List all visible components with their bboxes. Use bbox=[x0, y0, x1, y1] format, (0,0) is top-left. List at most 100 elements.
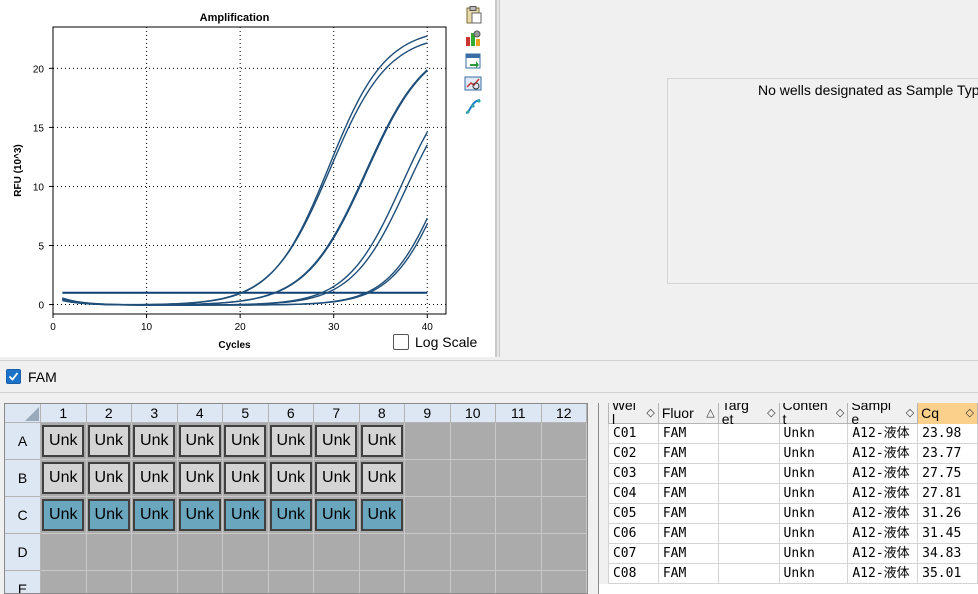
plate-well[interactable] bbox=[86, 534, 132, 571]
plate-well[interactable]: Unk bbox=[177, 460, 223, 497]
plate-column-header[interactable]: 8 bbox=[359, 404, 405, 423]
well-content-label[interactable]: Unk bbox=[42, 462, 85, 494]
plate-column-header[interactable]: 2 bbox=[86, 404, 132, 423]
plate-well[interactable]: Unk bbox=[177, 497, 223, 534]
plate-well[interactable] bbox=[541, 571, 587, 593]
plate-well[interactable] bbox=[41, 534, 87, 571]
log-scale-toggle[interactable]: Log Scale bbox=[393, 334, 477, 350]
plate-column-header[interactable]: 11 bbox=[496, 404, 542, 423]
plate-column-header[interactable]: 5 bbox=[223, 404, 269, 423]
well-content-label[interactable]: Unk bbox=[178, 425, 221, 457]
plate-well[interactable] bbox=[268, 534, 314, 571]
well-content-label[interactable]: Unk bbox=[269, 425, 312, 457]
plate-well[interactable] bbox=[541, 460, 587, 497]
plate-well[interactable] bbox=[359, 534, 405, 571]
plate-well[interactable] bbox=[496, 534, 542, 571]
plate-column-header[interactable]: 6 bbox=[268, 404, 314, 423]
well-content-label[interactable]: Unk bbox=[42, 425, 85, 457]
plate-well[interactable] bbox=[268, 571, 314, 593]
plate-well[interactable]: Unk bbox=[314, 423, 360, 460]
plate-well[interactable]: Unk bbox=[132, 460, 178, 497]
plate-well[interactable]: Unk bbox=[268, 423, 314, 460]
well-content-label[interactable]: Unk bbox=[315, 462, 358, 494]
plate-well[interactable]: Unk bbox=[41, 423, 87, 460]
plate-well[interactable] bbox=[223, 534, 269, 571]
well-content-label[interactable]: Unk bbox=[133, 462, 176, 494]
plate-row-header[interactable]: B bbox=[5, 460, 41, 497]
plate-well[interactable] bbox=[223, 571, 269, 593]
row-selector[interactable] bbox=[599, 504, 609, 524]
plate-column-header[interactable]: 3 bbox=[132, 404, 178, 423]
row-selector[interactable] bbox=[599, 564, 609, 584]
plate-well[interactable] bbox=[359, 571, 405, 593]
plate-well[interactable] bbox=[41, 571, 87, 593]
plate-well[interactable]: Unk bbox=[86, 460, 132, 497]
plate-well[interactable] bbox=[177, 534, 223, 571]
plate-well[interactable] bbox=[405, 534, 451, 571]
plate-well[interactable] bbox=[132, 571, 178, 593]
chart-settings-icon[interactable] bbox=[462, 27, 484, 49]
fam-checkbox[interactable] bbox=[6, 369, 21, 384]
plate-well[interactable]: Unk bbox=[359, 460, 405, 497]
row-selector[interactable] bbox=[599, 464, 609, 484]
plate-well[interactable]: Unk bbox=[268, 497, 314, 534]
row-selector-header[interactable] bbox=[599, 403, 609, 424]
well-content-label[interactable]: Unk bbox=[42, 499, 85, 531]
well-content-label[interactable]: Unk bbox=[133, 499, 176, 531]
column-header[interactable]: Targ et ◇ bbox=[719, 403, 780, 424]
column-header[interactable]: Wel l ◇ bbox=[609, 403, 659, 424]
plate-well[interactable] bbox=[132, 534, 178, 571]
plate-well[interactable]: Unk bbox=[223, 497, 269, 534]
plate-well[interactable] bbox=[496, 571, 542, 593]
column-header[interactable]: Fluor △ bbox=[659, 403, 719, 424]
table-row[interactable]: C02 FAM Unkn A12-液体 23.77 bbox=[599, 444, 978, 464]
well-content-label[interactable]: Unk bbox=[360, 425, 403, 457]
plate-column-header[interactable]: 1 bbox=[41, 404, 87, 423]
clipboard-icon[interactable] bbox=[462, 4, 484, 26]
plate-well[interactable]: Unk bbox=[268, 460, 314, 497]
log-scale-checkbox[interactable] bbox=[393, 334, 409, 350]
plate-well[interactable] bbox=[541, 497, 587, 534]
plate-well[interactable]: Unk bbox=[132, 497, 178, 534]
plate-well[interactable] bbox=[405, 423, 451, 460]
plate-well[interactable] bbox=[405, 497, 451, 534]
plate-column-header[interactable]: 9 bbox=[405, 404, 451, 423]
plate-well[interactable] bbox=[314, 571, 360, 593]
plate-column-header[interactable]: 7 bbox=[314, 404, 360, 423]
well-content-label[interactable]: Unk bbox=[224, 499, 267, 531]
plate-column-header[interactable]: 4 bbox=[177, 404, 223, 423]
plate-row-header[interactable]: A bbox=[5, 423, 41, 460]
plate-well[interactable]: Unk bbox=[223, 460, 269, 497]
row-selector[interactable] bbox=[599, 544, 609, 564]
row-selector[interactable] bbox=[599, 444, 609, 464]
plate-well[interactable]: Unk bbox=[86, 423, 132, 460]
plate-well[interactable] bbox=[450, 534, 496, 571]
well-content-label[interactable]: Unk bbox=[178, 499, 221, 531]
plate-well[interactable]: Unk bbox=[41, 497, 87, 534]
plate-well[interactable] bbox=[541, 423, 587, 460]
export-icon[interactable] bbox=[462, 50, 484, 72]
plate-column-header[interactable]: 10 bbox=[450, 404, 496, 423]
column-header[interactable]: Sampl e ◇ bbox=[848, 403, 919, 424]
row-selector[interactable] bbox=[599, 484, 609, 504]
table-row[interactable]: C06 FAM Unkn A12-液体 31.45 bbox=[599, 524, 978, 544]
amplification-chart[interactable]: Amplification 0 10 20 30 40 0 5 10 15 20 Cycles RFU … bbox=[0, 0, 496, 357]
plate-well[interactable]: Unk bbox=[177, 423, 223, 460]
plate-well[interactable]: Unk bbox=[359, 423, 405, 460]
row-selector[interactable] bbox=[599, 424, 609, 444]
table-row[interactable]: C07 FAM Unkn A12-液体 34.83 bbox=[599, 544, 978, 564]
well-content-label[interactable]: Unk bbox=[315, 499, 358, 531]
plate-column-header[interactable]: 12 bbox=[541, 404, 587, 423]
table-row[interactable]: C05 FAM Unkn A12-液体 31.26 bbox=[599, 504, 978, 524]
well-content-label[interactable]: Unk bbox=[224, 425, 267, 457]
plate-well[interactable]: Unk bbox=[223, 423, 269, 460]
plate-well[interactable]: Unk bbox=[359, 497, 405, 534]
table-row[interactable]: C03 FAM Unkn A12-液体 27.75 bbox=[599, 464, 978, 484]
plate-well[interactable] bbox=[450, 571, 496, 593]
well-content-label[interactable]: Unk bbox=[133, 425, 176, 457]
column-header[interactable]: Conten t ◇ bbox=[780, 403, 849, 424]
plate-well[interactable] bbox=[450, 423, 496, 460]
plate-well[interactable]: Unk bbox=[314, 460, 360, 497]
well-content-label[interactable]: Unk bbox=[87, 462, 130, 494]
plate-well[interactable]: Unk bbox=[86, 497, 132, 534]
